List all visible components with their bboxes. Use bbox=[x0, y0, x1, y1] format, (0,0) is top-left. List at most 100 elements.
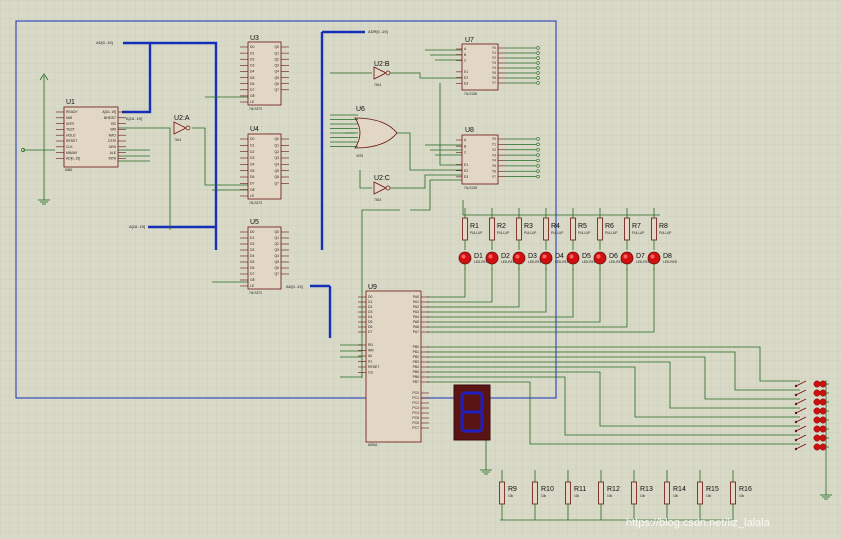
u3-pin-label: Q4 bbox=[274, 70, 279, 74]
u4-pin-label: Q6 bbox=[274, 175, 279, 179]
switch-contact bbox=[794, 393, 798, 397]
u3-pin-label: Q5 bbox=[274, 76, 279, 80]
resistor-body[interactable] bbox=[624, 217, 630, 241]
u3-pin-label: D5 bbox=[250, 76, 254, 80]
u3-pin-label: Q3 bbox=[274, 64, 279, 68]
resistor-body[interactable] bbox=[532, 481, 538, 505]
switch-contact bbox=[794, 420, 798, 424]
u3-pin-label: Q1 bbox=[274, 51, 279, 55]
led-icon[interactable] bbox=[512, 251, 526, 265]
resistor-body[interactable] bbox=[631, 481, 637, 505]
switch-led-icon bbox=[813, 443, 821, 451]
u8-pin-label: Y3 bbox=[492, 153, 496, 157]
resistor-body[interactable] bbox=[598, 481, 604, 505]
resistor-value: PULLUP bbox=[659, 231, 671, 235]
led-icon[interactable] bbox=[485, 251, 499, 265]
led-icon[interactable] bbox=[566, 251, 580, 265]
u8-pin-label: E1 bbox=[464, 163, 468, 167]
led-ref: D2 bbox=[501, 253, 510, 260]
chip-u9[interactable]: U9 D0D1D2D3D4D5D6D7RDWRA0A1RESETCS PA0PA… bbox=[358, 284, 429, 447]
resistor-ref: R6 bbox=[605, 223, 614, 230]
resistor-body[interactable] bbox=[565, 481, 571, 505]
resistor-value: 10k bbox=[739, 494, 745, 498]
resistor-value: 10k bbox=[607, 494, 613, 498]
switch-contact bbox=[794, 411, 798, 415]
led-ref: D3 bbox=[528, 253, 537, 260]
chip-u1[interactable]: U1 8086 READY NMI INTR TESTHOLD RESET CLK MN/M… bbox=[56, 99, 126, 172]
resistor-ref: R2 bbox=[497, 223, 506, 230]
u2a-bubble bbox=[185, 125, 191, 131]
led-icon[interactable] bbox=[593, 251, 607, 265]
u9-pin-label: D5 bbox=[368, 320, 372, 324]
resistor-body[interactable] bbox=[570, 217, 576, 241]
led-value: LED-RED bbox=[663, 260, 678, 264]
u9-pin-label: PA0 bbox=[413, 295, 419, 299]
watermark: https://blog.csdn.net/liz_lalala bbox=[626, 517, 771, 529]
switch-led-icon bbox=[813, 380, 821, 388]
u5-pin-label: D5 bbox=[250, 260, 254, 264]
u1-part: 8086 bbox=[65, 168, 72, 172]
resistor-body[interactable] bbox=[597, 217, 603, 241]
resistor-body[interactable] bbox=[489, 217, 495, 241]
u8-part: 74LS138 bbox=[464, 186, 477, 190]
u4-pin-label: Q2 bbox=[274, 150, 279, 154]
resistor-body[interactable] bbox=[499, 481, 505, 505]
u5-pin-label: D3 bbox=[250, 248, 254, 252]
u5-ref: U5 bbox=[250, 219, 259, 226]
grid-background bbox=[0, 0, 841, 539]
u9-pin-label: PA1 bbox=[413, 300, 419, 304]
resistor-body[interactable] bbox=[651, 217, 657, 241]
led-highlight bbox=[542, 254, 547, 259]
resistor-body[interactable] bbox=[697, 481, 703, 505]
switch-led-icon bbox=[819, 398, 827, 406]
led-icon[interactable] bbox=[620, 251, 634, 265]
u9-pin-label: PB3 bbox=[413, 360, 420, 364]
led-icon[interactable] bbox=[539, 251, 553, 265]
u5-pin-label: D7 bbox=[250, 272, 254, 276]
led-ref: D5 bbox=[582, 253, 591, 260]
schematic-canvas[interactable]: U1 8086 READY NMI INTR TESTHOLD RESET CLK MN/M… bbox=[0, 0, 841, 539]
switch-led-icon bbox=[819, 416, 827, 424]
resistor-value: PULLUP bbox=[605, 231, 617, 235]
u3-pin-label: Q7 bbox=[274, 88, 279, 92]
seven-segment-display[interactable] bbox=[453, 384, 491, 441]
u3-pin-label: Q2 bbox=[274, 57, 279, 61]
switch-led-icon bbox=[813, 389, 821, 397]
u3-pin-label: D3 bbox=[250, 64, 254, 68]
switch-led-icon bbox=[813, 416, 821, 424]
u5-pin-label: D4 bbox=[250, 254, 254, 258]
led-ref: D6 bbox=[609, 253, 618, 260]
resistor-value: PULLUP bbox=[632, 231, 644, 235]
u4-pin-label: D3 bbox=[250, 156, 254, 160]
net-label-addr-bus: ADR[0..19] bbox=[368, 29, 388, 34]
resistor-ref: R16 bbox=[739, 486, 752, 493]
led-icon[interactable] bbox=[647, 251, 661, 265]
u9-pin-label: PB1 bbox=[413, 350, 420, 354]
resistor-ref: R9 bbox=[508, 486, 517, 493]
u7-pin-label: E2 bbox=[464, 76, 468, 80]
u7-part: 74LS138 bbox=[464, 92, 477, 96]
led-highlight bbox=[488, 254, 493, 259]
switch-led-icon bbox=[813, 398, 821, 406]
resistor-ref: R13 bbox=[640, 486, 653, 493]
u3-pin-label: LE bbox=[250, 100, 255, 104]
resistor-body[interactable] bbox=[462, 217, 468, 241]
u9-pin-label: D4 bbox=[368, 315, 372, 319]
u5-pin-label: Q2 bbox=[274, 242, 279, 246]
led-icon[interactable] bbox=[458, 251, 472, 265]
resistor-body[interactable] bbox=[664, 481, 670, 505]
u9-pin-label: WR bbox=[368, 349, 374, 353]
u9-pin-label: D1 bbox=[368, 300, 372, 304]
u1-pin-label: BHE/S7 bbox=[104, 116, 116, 120]
u9-pin-label: PC1 bbox=[412, 396, 419, 400]
resistor-body[interactable] bbox=[730, 481, 736, 505]
u9-pin-label: PA4 bbox=[413, 315, 419, 319]
resistor-body[interactable] bbox=[543, 217, 549, 241]
resistor-ref: R7 bbox=[632, 223, 641, 230]
resistor-body[interactable] bbox=[516, 217, 522, 241]
switch-led-icon bbox=[819, 443, 827, 451]
u2b-bubble bbox=[385, 70, 391, 76]
u4-pin-label: D6 bbox=[250, 175, 254, 179]
u5-pin-label: Q7 bbox=[274, 272, 279, 276]
resistor-value: 10k bbox=[640, 494, 646, 498]
